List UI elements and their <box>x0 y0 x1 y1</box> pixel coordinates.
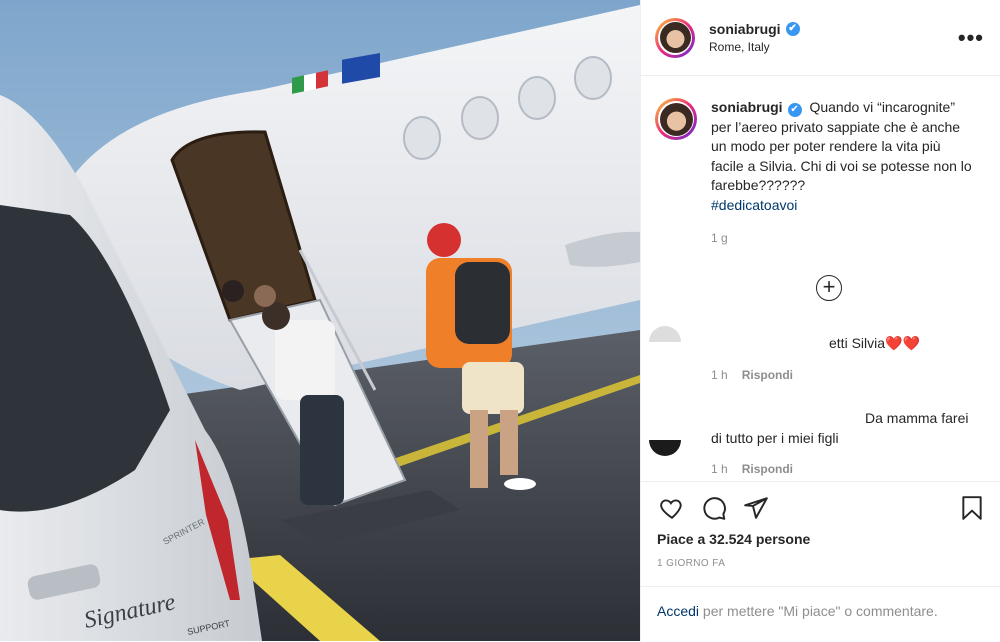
avatar[interactable] <box>655 17 695 58</box>
instagram-post: Signature SUPPORT SPRINTER soniabrugi ✔ … <box>0 0 1000 641</box>
reply-button[interactable]: Rispondi <box>742 368 793 382</box>
login-prompt: Accedi per mettere "Mi piace" o commenta… <box>641 586 1000 642</box>
comment-text: etti Silvia❤️❤️ <box>829 335 920 351</box>
heart-icon[interactable] <box>659 495 685 521</box>
post-date: 1 GIORNO FA <box>657 558 726 569</box>
post-actions: Piace a 32.524 persone 1 GIORNO FA Acced… <box>641 481 1000 642</box>
comment-time: 1 h <box>711 462 728 476</box>
login-prompt-text: per mettere "Mi piace" o commentare. <box>699 603 938 619</box>
location-link[interactable]: Rome, Italy <box>709 40 958 54</box>
verified-badge-icon: ✔ <box>785 22 800 36</box>
comment-time: 1 h <box>711 368 728 382</box>
likes-count[interactable]: Piace a 32.524 persone <box>657 531 810 547</box>
post-photo[interactable]: Signature SUPPORT SPRINTER <box>0 0 640 641</box>
comment-avatar[interactable] <box>649 440 681 456</box>
login-link[interactable]: Accedi <box>657 603 699 619</box>
caption: soniabrugi ✔ Quando vi “incarognite” per … <box>655 98 985 249</box>
load-more-comments-icon[interactable]: + <box>816 275 842 301</box>
caption-hashtag-link[interactable]: #dedicatoavoi <box>711 197 797 213</box>
photo-illustration: Signature SUPPORT SPRINTER <box>0 0 640 641</box>
caption-username-link[interactable]: soniabrugi <box>711 99 783 115</box>
comment-text-line2: di tutto per i miei figli <box>711 430 839 446</box>
caption-time: 1 g <box>711 231 728 245</box>
comment-meta: 1 h Rispondi <box>711 462 793 476</box>
caption-avatar[interactable] <box>655 98 697 140</box>
caption-verified-icon: ✔ <box>787 103 802 117</box>
reply-button[interactable]: Rispondi <box>742 462 793 476</box>
post-sidebar: soniabrugi ✔ Rome, Italy ••• soniabrugi ✔… <box>640 0 1000 641</box>
more-options-icon[interactable]: ••• <box>958 25 984 51</box>
paper-plane-icon[interactable] <box>743 495 769 521</box>
username-link[interactable]: soniabrugi <box>709 21 781 37</box>
comment-meta: 1 h Rispondi <box>711 368 793 382</box>
comment-avatar[interactable] <box>649 326 681 342</box>
bookmark-icon[interactable] <box>959 495 985 521</box>
comment-icon[interactable] <box>701 495 727 521</box>
post-header: soniabrugi ✔ Rome, Italy ••• <box>641 0 1000 76</box>
comment-text-line1: Da mamma farei <box>865 410 969 426</box>
